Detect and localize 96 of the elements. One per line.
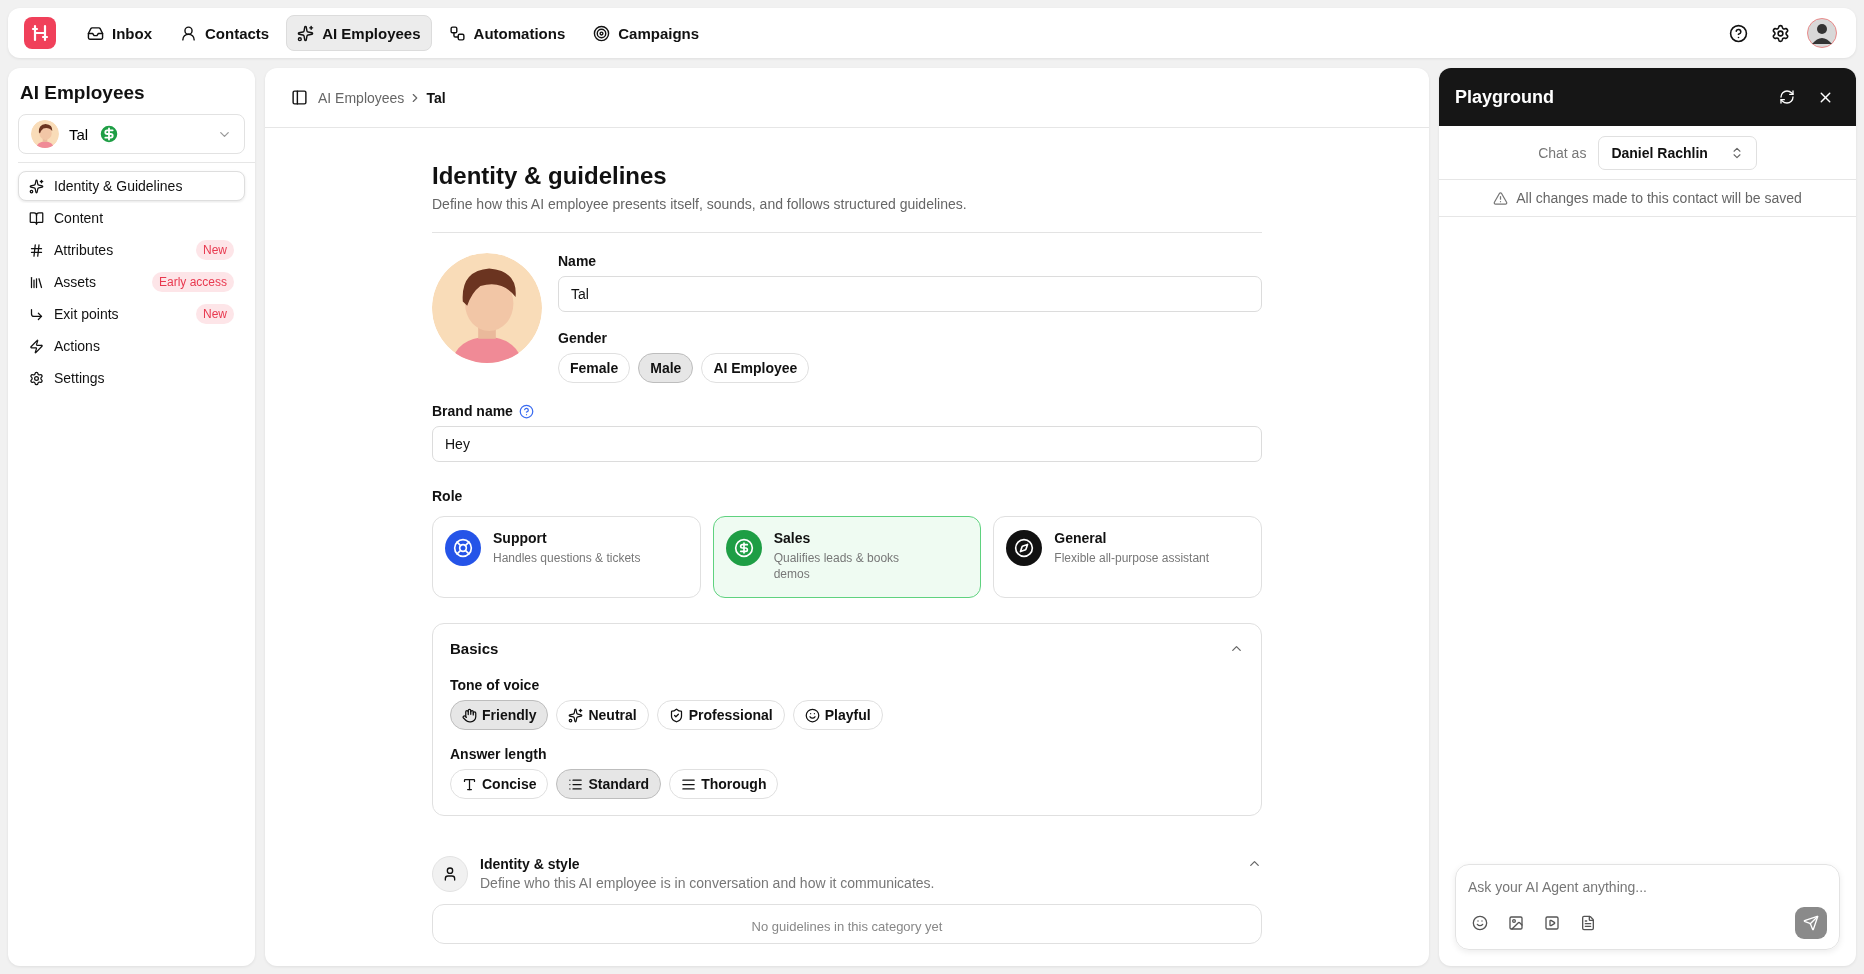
- sidebar-item-label: Identity & Guidelines: [54, 178, 184, 194]
- field-label: Role: [432, 488, 463, 504]
- field-label: Name: [558, 253, 597, 269]
- profile-avatar[interactable]: [1804, 15, 1840, 51]
- send-button[interactable]: [1795, 907, 1827, 939]
- chat-as-label: Chat as: [1538, 144, 1587, 161]
- section-description: Define who this AI employee is in conversation and how it communicates.: [480, 875, 936, 891]
- sidebar-title: AI Employees: [19, 81, 146, 105]
- status-badge: New: [196, 240, 234, 260]
- text-icon: [462, 776, 477, 792]
- tone-option[interactable]: Professional: [656, 700, 785, 730]
- gender-option[interactable]: Female: [558, 353, 631, 383]
- send-icon: [1803, 915, 1819, 931]
- user-icon: [432, 856, 468, 892]
- breadcrumb-current: Tal: [426, 89, 446, 106]
- arrow-icon: [29, 306, 44, 322]
- play-icon: [1544, 915, 1560, 931]
- sparkles-icon: [297, 24, 315, 42]
- sidebar-item-label: Exit points: [54, 306, 120, 322]
- tone-option[interactable]: Neutral: [556, 700, 649, 730]
- lines-icon: [681, 776, 697, 792]
- settings-icon: [29, 370, 44, 386]
- user-icon: [180, 24, 197, 42]
- role-title: General: [1054, 530, 1108, 546]
- page-subtitle: Define how this AI employee presents itself, sounds, and follows structured guidelines.: [432, 196, 968, 212]
- role-description: Handles questions & tickets: [493, 550, 641, 566]
- length-option[interactable]: Standard: [556, 769, 662, 799]
- hash-icon: [29, 242, 44, 258]
- sidebar-item-label: Attributes: [54, 242, 115, 258]
- settings-icon: [1770, 23, 1790, 43]
- nav-tab[interactable]: Inbox: [76, 15, 163, 51]
- playground-title: Playground: [1455, 86, 1555, 108]
- lifebuoy-icon: [445, 530, 481, 566]
- status-badge: Early access: [151, 272, 234, 292]
- sparkles-icon: [568, 707, 584, 723]
- field-label: Gender: [558, 330, 607, 346]
- sidebar-item-label: Actions: [54, 338, 101, 354]
- nav-tab[interactable]: AI Employees: [286, 15, 432, 51]
- role-card[interactable]: General Flexible all-purpose assistant: [993, 516, 1262, 598]
- smile-icon: [1472, 915, 1488, 931]
- nav-tab[interactable]: Automations: [437, 15, 577, 51]
- page-title: Identity & guidelines: [432, 162, 668, 190]
- field-label: Answer length: [450, 746, 547, 762]
- smile-icon: [804, 707, 820, 723]
- length-option[interactable]: Concise: [450, 769, 549, 799]
- tone-option[interactable]: Playful: [792, 700, 883, 730]
- sparkles-icon: [29, 178, 44, 194]
- card-title: Basics: [450, 640, 499, 657]
- contact-select[interactable]: Daniel Rachlin: [1598, 135, 1757, 170]
- name-field[interactable]: Tal: [558, 276, 1262, 312]
- compass-icon: [1006, 530, 1043, 566]
- books-icon: [29, 274, 44, 290]
- warning-icon: [1493, 190, 1509, 206]
- avatar-drawing: [31, 120, 59, 148]
- field-label: Brand name: [432, 403, 513, 419]
- list-icon: [568, 776, 584, 792]
- help-icon: [1728, 23, 1748, 43]
- sidebar-item-label: Settings: [54, 370, 106, 386]
- field-label: Tone of voice: [450, 677, 540, 693]
- role-card[interactable]: Support Handles questions & tickets: [432, 516, 701, 598]
- hand-icon: [462, 707, 477, 723]
- inbox-icon: [87, 24, 104, 42]
- nav-tab[interactable]: Campaigns: [582, 15, 711, 51]
- role-description: Qualifies leads & books demos: [773, 550, 901, 582]
- document-icon: [1580, 915, 1596, 931]
- logo-icon[interactable]: [24, 17, 56, 49]
- nav-tab[interactable]: Contacts: [169, 15, 281, 51]
- help-icon[interactable]: [518, 403, 534, 419]
- status-badge: New: [196, 304, 234, 324]
- refresh-icon: [1779, 89, 1795, 105]
- length-option[interactable]: Thorough: [669, 769, 779, 799]
- tone-option[interactable]: Friendly: [450, 700, 549, 730]
- gender-option[interactable]: Male: [638, 353, 694, 383]
- gender-option[interactable]: AI Employee: [701, 353, 810, 383]
- breadcrumb-link[interactable]: AI Employees: [318, 89, 405, 106]
- image-icon: [1508, 915, 1524, 931]
- section-title: Identity & style: [480, 856, 581, 872]
- role-title: Support: [493, 530, 548, 546]
- target-icon: [593, 24, 611, 42]
- workflow-icon: [448, 24, 466, 42]
- dollar-icon: [98, 123, 121, 145]
- employee-select[interactable]: Tal: [18, 114, 245, 154]
- role-title: Sales: [773, 530, 812, 546]
- shield-icon: [668, 707, 684, 723]
- empty-message: No guidelines in this category yet: [751, 919, 943, 936]
- dollar-icon: [725, 530, 762, 566]
- notice-text: All changes made to this contact will be saved: [1516, 190, 1802, 206]
- sidebar-item[interactable]: Identity & Guidelines: [18, 171, 245, 201]
- role-card[interactable]: Sales Qualifies leads & books demos: [712, 516, 982, 598]
- lightning-icon: [29, 338, 44, 354]
- sidebar-item-label: Content: [54, 210, 105, 226]
- role-description: Flexible all-purpose assistant: [1054, 550, 1210, 566]
- brand-name-field[interactable]: Hey: [432, 426, 1262, 462]
- sidebar-toggle-icon[interactable]: [291, 89, 308, 106]
- sidebar-item-label: Assets: [54, 274, 97, 290]
- book-icon: [29, 210, 44, 226]
